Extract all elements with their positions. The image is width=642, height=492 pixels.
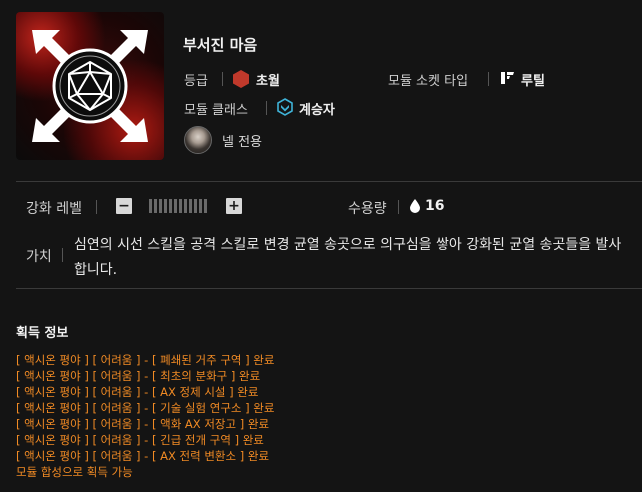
grade-value: 초월 [256,74,280,89]
acquisition-item: [ 액시온 평야 ] [ 어려움 ] - [ 기술 실험 연구소 ] 완료 [16,401,275,415]
divider [266,101,267,115]
acquisition-item: [ 액시온 평야 ] [ 어려움 ] - [ 폐쇄된 거주 구역 ] 완료 [16,353,275,367]
d20-with-arrows-icon [32,30,148,142]
acquisition-list: [ 액시온 평야 ] [ 어려움 ] - [ 폐쇄된 거주 구역 ] 완료 [ … [16,352,274,480]
divider [398,200,399,214]
enhance-level-bar [149,199,207,213]
divider [222,72,223,86]
socket-type-value: 루틸 [521,74,545,89]
grade-hexagon-icon [233,70,249,88]
acquisition-item: [ 액시온 평야 ] [ 어려움 ] - [ AX 전력 변환소 ] 완료 [16,449,270,463]
divider [488,72,489,86]
acquisition-item: [ 액시온 평야 ] [ 어려움 ] - [ AX 정제 시설 ] 완료 [16,385,259,399]
rutile-socket-icon [501,72,514,84]
successor-class-icon [277,98,293,116]
grade-label: 등급 [184,74,208,89]
divider [96,200,97,214]
module-class-value: 계승자 [299,103,335,118]
capacity-value: 16 [425,198,445,214]
acquisition-item: [ 액시온 평야 ] [ 어려움 ] - [ 긴급 전개 구역 ] 완료 [16,433,264,447]
character-avatar [184,126,212,154]
value-label: 가치 [26,249,52,265]
module-image [16,12,164,160]
acquisition-item: [ 액시온 평야 ] [ 어려움 ] - [ 최초의 분화구 ] 완료 [16,369,261,383]
divider [16,288,642,289]
enhance-increase-button[interactable]: + [226,198,242,214]
module-name: 부서진 마음 [183,36,258,54]
divider [16,181,642,182]
module-class-label: 모듈 클래스 [184,103,248,118]
capacity-label: 수용량 [348,201,387,217]
capacity-drop-icon [410,199,420,213]
enhance-decrease-button[interactable]: − [116,198,132,214]
enhance-level-label: 강화 레벨 [26,201,82,217]
acquisition-item: 모듈 합성으로 획득 가능 [16,465,133,479]
exclusive-character-label: 넬 전용 [222,135,263,150]
module-description: 심연의 시선 스킬을 공격 스킬로 변경 균열 송곳으로 의구심을 쌓아 강화된… [74,237,622,278]
acquisition-item: [ 액시온 평야 ] [ 어려움 ] - [ 액화 AX 저장고 ] 완료 [16,417,270,431]
divider [62,248,63,262]
acquisition-title: 획득 정보 [16,326,69,341]
socket-type-label: 모듈 소켓 타입 [388,74,469,89]
